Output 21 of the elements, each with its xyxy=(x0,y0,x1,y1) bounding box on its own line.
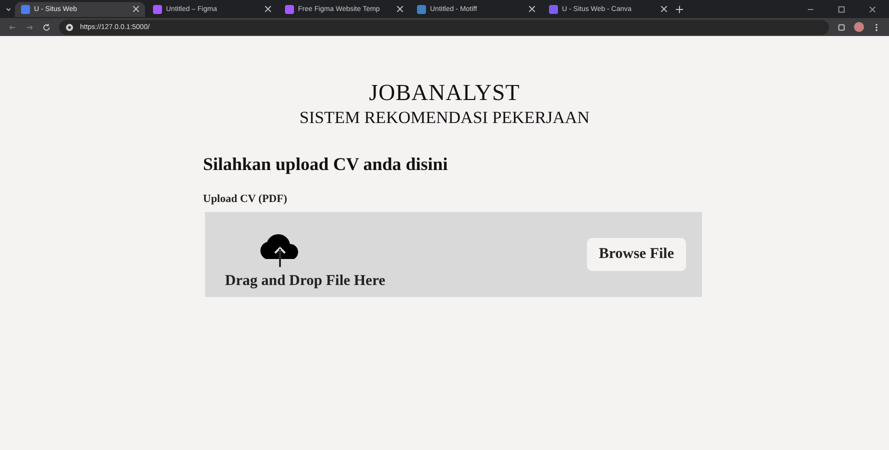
section-heading: Silahkan upload CV anda disini xyxy=(203,154,449,175)
close-window-icon[interactable] xyxy=(868,4,877,14)
reload-icon[interactable] xyxy=(42,22,51,32)
close-icon[interactable] xyxy=(529,6,535,12)
drop-instructions: Drag and Drop File Here xyxy=(225,273,386,290)
field-label: Upload CV (PDF) xyxy=(203,193,288,205)
browse-file-button[interactable]: Browse File xyxy=(586,238,686,271)
drop-zone[interactable]: Drag and Drop File Here Browse File xyxy=(205,212,702,297)
back-icon[interactable] xyxy=(8,22,17,32)
close-icon[interactable] xyxy=(661,6,667,12)
new-tab-icon[interactable] xyxy=(675,4,684,14)
profile-avatar[interactable] xyxy=(854,22,864,32)
maximize-icon[interactable] xyxy=(837,4,846,14)
forward-icon[interactable] xyxy=(25,22,34,32)
site-info-icon[interactable] xyxy=(65,22,74,32)
extensions-icon[interactable] xyxy=(837,22,846,32)
app-subtitle: SISTEM REKOMENDASI PEKERJAAN xyxy=(300,108,590,128)
close-icon[interactable] xyxy=(397,6,403,12)
app-title: JOBANALYST xyxy=(369,80,520,106)
close-icon[interactable] xyxy=(133,6,139,12)
close-icon[interactable] xyxy=(265,6,271,12)
